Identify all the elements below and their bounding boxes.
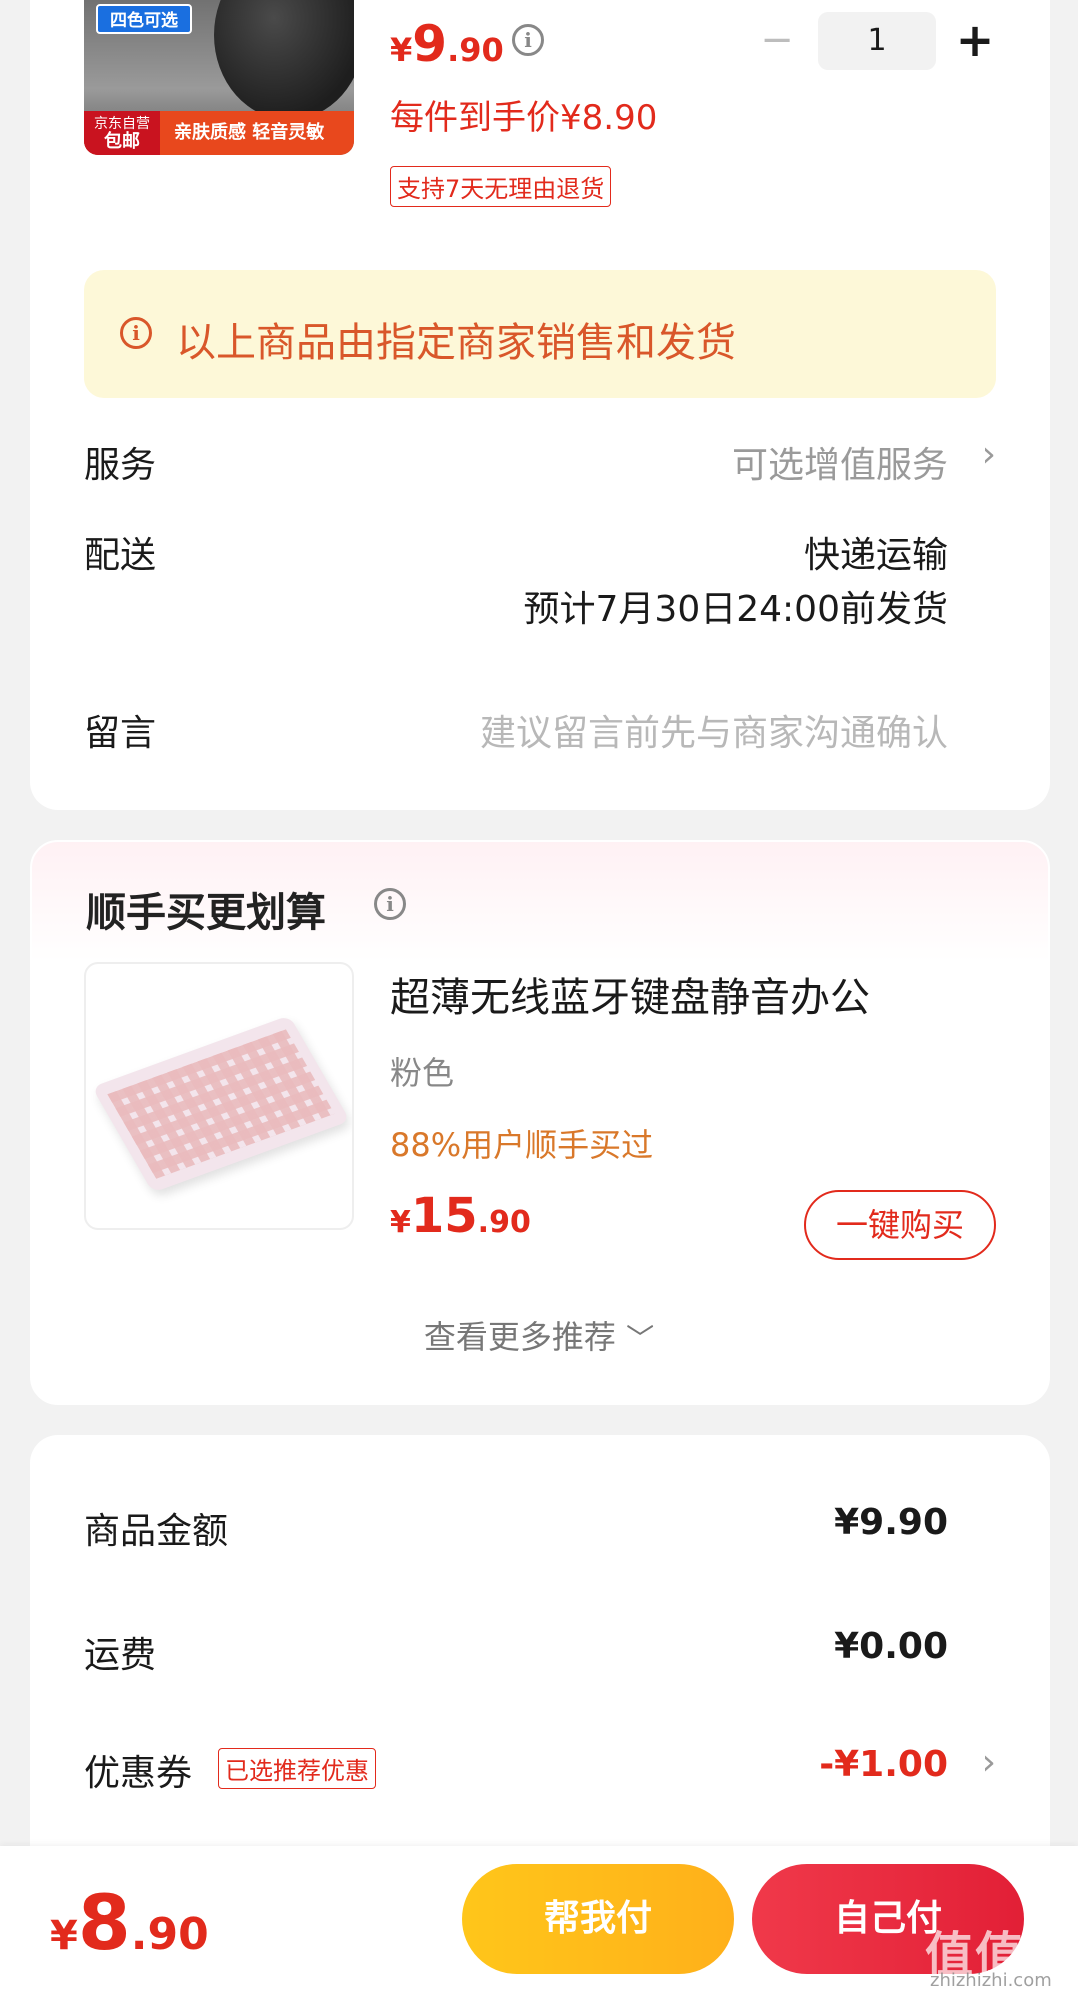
shipping-label: 运费 xyxy=(84,1635,157,1676)
seller-notice: i 以上商品由指定商家销售和发货 xyxy=(84,270,996,398)
quantity-decrease-button[interactable]: − xyxy=(760,20,794,60)
price-currency: ¥ xyxy=(390,31,413,69)
recommend-item-price: ¥15.90 xyxy=(390,1188,531,1244)
each-price-text: 每件到手价¥8.90 xyxy=(390,98,658,138)
total-currency: ¥ xyxy=(50,1913,78,1959)
image-slogan: 亲肤质感 轻音灵敏 xyxy=(174,122,325,143)
recommend-title: 顺手买更划算 xyxy=(86,890,326,936)
message-label: 留言 xyxy=(84,713,157,754)
service-value[interactable]: 可选增值服务 xyxy=(732,436,948,488)
more-recommend-link[interactable]: 查看更多推荐 ﹀ xyxy=(0,1312,1078,1358)
one-click-buy-button[interactable]: 一键购买 xyxy=(804,1190,996,1260)
product-price: ¥9.90 xyxy=(390,15,504,73)
rec-price-currency: ¥ xyxy=(390,1205,411,1240)
total-decimal: .90 xyxy=(130,1909,209,1960)
watermark-url: zhizhizhi.com xyxy=(930,1970,1052,1991)
delivery-eta: 预计7月30日24:00前发货 xyxy=(523,589,948,630)
quantity-input[interactable]: 1 xyxy=(818,12,936,70)
self-operated-badge: 京东自营 包邮 xyxy=(84,111,160,155)
delivery-method: 快递运输 xyxy=(803,535,948,576)
notice-info-icon: i xyxy=(120,317,152,349)
service-chevron-icon[interactable]: › xyxy=(982,434,996,475)
recommend-item-image[interactable] xyxy=(84,962,354,1230)
goods-amount-value: ¥9.90 xyxy=(834,1502,948,1543)
notice-text: 以上商品由指定商家销售和发货 xyxy=(176,320,736,366)
coupon-tag: 已选推荐优惠 xyxy=(218,1748,376,1789)
mouse-illustration xyxy=(214,0,354,120)
product-image[interactable]: 四色可选 京东自营 包邮 亲肤质感 轻音灵敏 xyxy=(84,0,354,155)
service-label: 服务 xyxy=(84,445,157,486)
return-policy-tag: 支持7天无理由退货 xyxy=(390,166,612,207)
message-input[interactable]: 建议留言前先与商家沟通确认 xyxy=(480,704,948,756)
delivery-label: 配送 xyxy=(84,535,157,576)
rec-price-integer: 15 xyxy=(410,1188,478,1244)
price-info-icon[interactable]: i xyxy=(512,24,544,56)
more-recommend-label: 查看更多推荐 xyxy=(423,1318,616,1356)
chevron-down-icon: ﹀ xyxy=(626,1322,655,1355)
free-shipping-text: 包邮 xyxy=(104,131,140,152)
coupon-value[interactable]: -¥1.00 xyxy=(819,1744,948,1785)
help-pay-button[interactable]: 帮我付 xyxy=(462,1864,734,1974)
recommend-item-name[interactable]: 超薄无线蓝牙键盘静音办公 xyxy=(390,965,870,1023)
coupon-chevron-icon[interactable]: › xyxy=(982,1742,996,1783)
quantity-increase-button[interactable]: + xyxy=(955,17,995,63)
recommend-item-color: 粉色 xyxy=(390,1054,455,1092)
rec-price-decimal: .90 xyxy=(477,1205,531,1240)
total-integer: 8 xyxy=(77,1878,131,1967)
total-price: ¥8.90 xyxy=(50,1878,209,1967)
price-integer: 9 xyxy=(412,15,448,73)
price-decimal: .90 xyxy=(447,31,504,69)
goods-amount-label: 商品金额 xyxy=(84,1511,229,1552)
shipping-value: ¥0.00 xyxy=(834,1626,948,1667)
coupon-label: 优惠券 xyxy=(84,1753,193,1794)
keyboard-illustration xyxy=(91,1015,351,1193)
color-option-badge: 四色可选 xyxy=(96,4,192,34)
recommend-item-stat: 88%用户顺手买过 xyxy=(390,1126,654,1164)
recommend-info-icon[interactable]: i xyxy=(374,888,406,920)
